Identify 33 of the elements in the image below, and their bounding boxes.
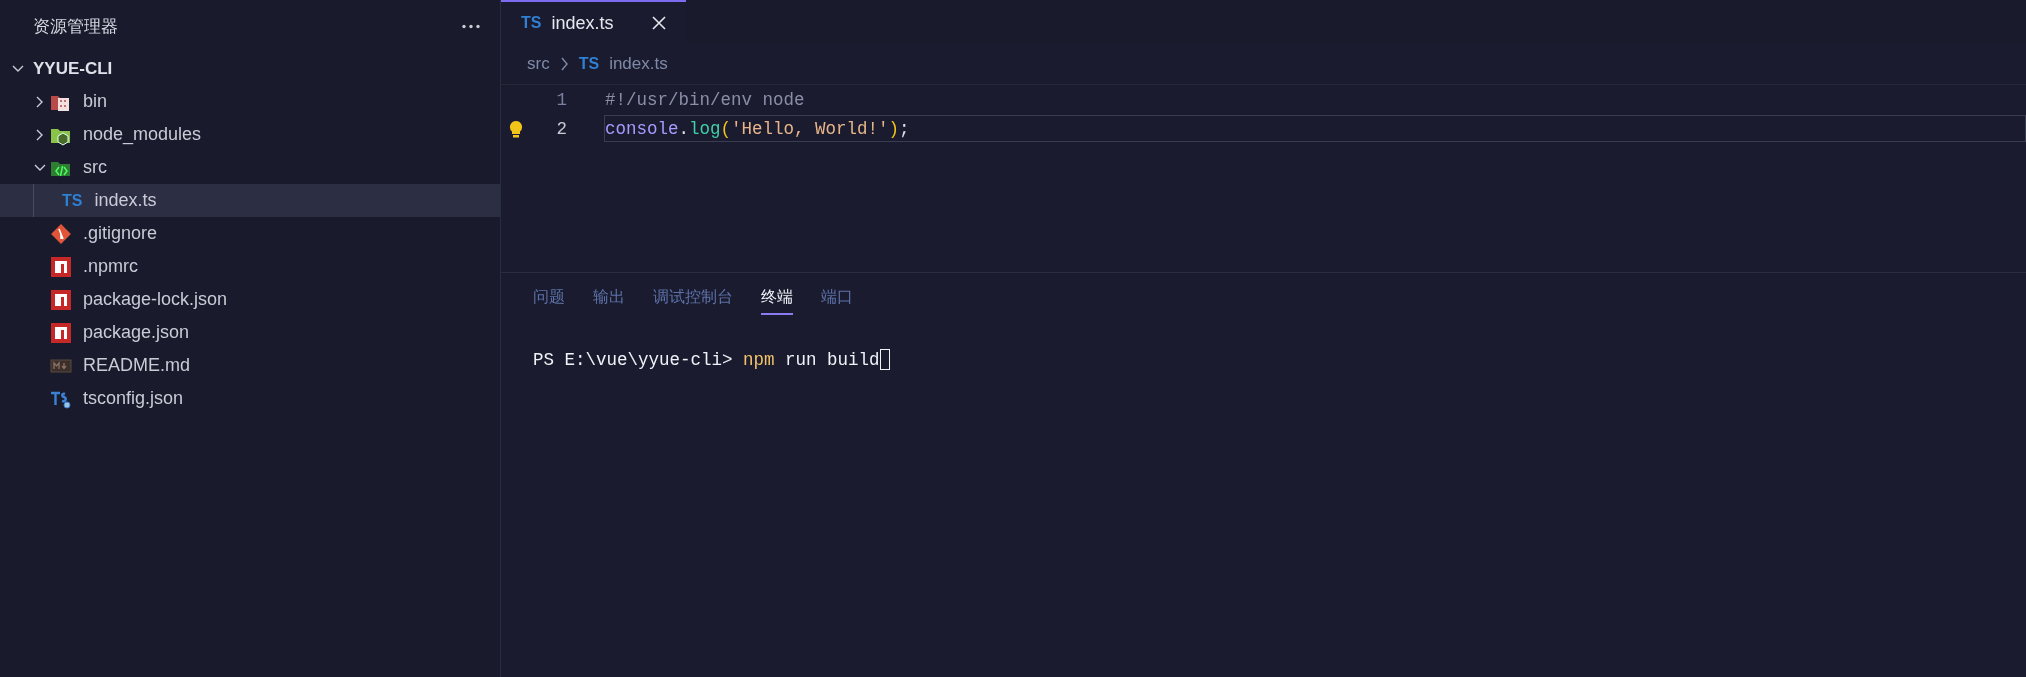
more-actions-icon[interactable] xyxy=(462,23,480,29)
tree-item[interactable]: .gitignore xyxy=(0,217,500,250)
code-line: #!/usr/bin/env node xyxy=(604,89,806,112)
typescript-icon: TS xyxy=(521,14,542,32)
tree-item[interactable]: package-lock.json xyxy=(0,283,500,316)
panel-tab[interactable]: 终端 xyxy=(761,287,793,315)
tree-item[interactable]: bin xyxy=(0,85,500,118)
panel-tab[interactable]: 端口 xyxy=(821,287,853,315)
close-icon[interactable] xyxy=(651,16,666,30)
tree-item[interactable]: TS index.ts xyxy=(0,184,500,217)
panel-tab[interactable]: 问题 xyxy=(533,287,565,315)
explorer-title: 资源管理器 xyxy=(33,15,118,38)
project-folder-label[interactable]: YYUE-CLI xyxy=(33,58,113,79)
npm-icon xyxy=(50,255,72,278)
lightbulb-icon[interactable] xyxy=(509,119,523,138)
breadcrumb-item[interactable]: src xyxy=(527,54,550,74)
line-number: 2 xyxy=(555,118,567,139)
npm-icon xyxy=(50,288,72,311)
tree-item[interactable]: README.md xyxy=(0,349,500,382)
panel-tab[interactable]: 调试控制台 xyxy=(653,287,733,315)
terminal-line: PS E:\vue\yyue-cli> npm run build xyxy=(533,349,880,370)
tree-item[interactable]: node_modules xyxy=(0,118,500,151)
typescript-icon: TS xyxy=(62,191,83,210)
panel-tab[interactable]: 输出 xyxy=(593,287,625,315)
typescript-icon: TS xyxy=(578,55,600,73)
chevron-right-icon xyxy=(559,57,569,71)
npm-icon xyxy=(50,321,72,344)
line-number: 1 xyxy=(555,89,567,110)
tree-item[interactable]: package.json xyxy=(0,316,500,349)
tree-item[interactable]: src xyxy=(0,151,500,184)
tree-item[interactable]: tsconfig.json xyxy=(0,382,500,415)
breadcrumb-item[interactable]: index.ts xyxy=(609,54,668,74)
tree-item[interactable]: .npmrc xyxy=(0,250,500,283)
